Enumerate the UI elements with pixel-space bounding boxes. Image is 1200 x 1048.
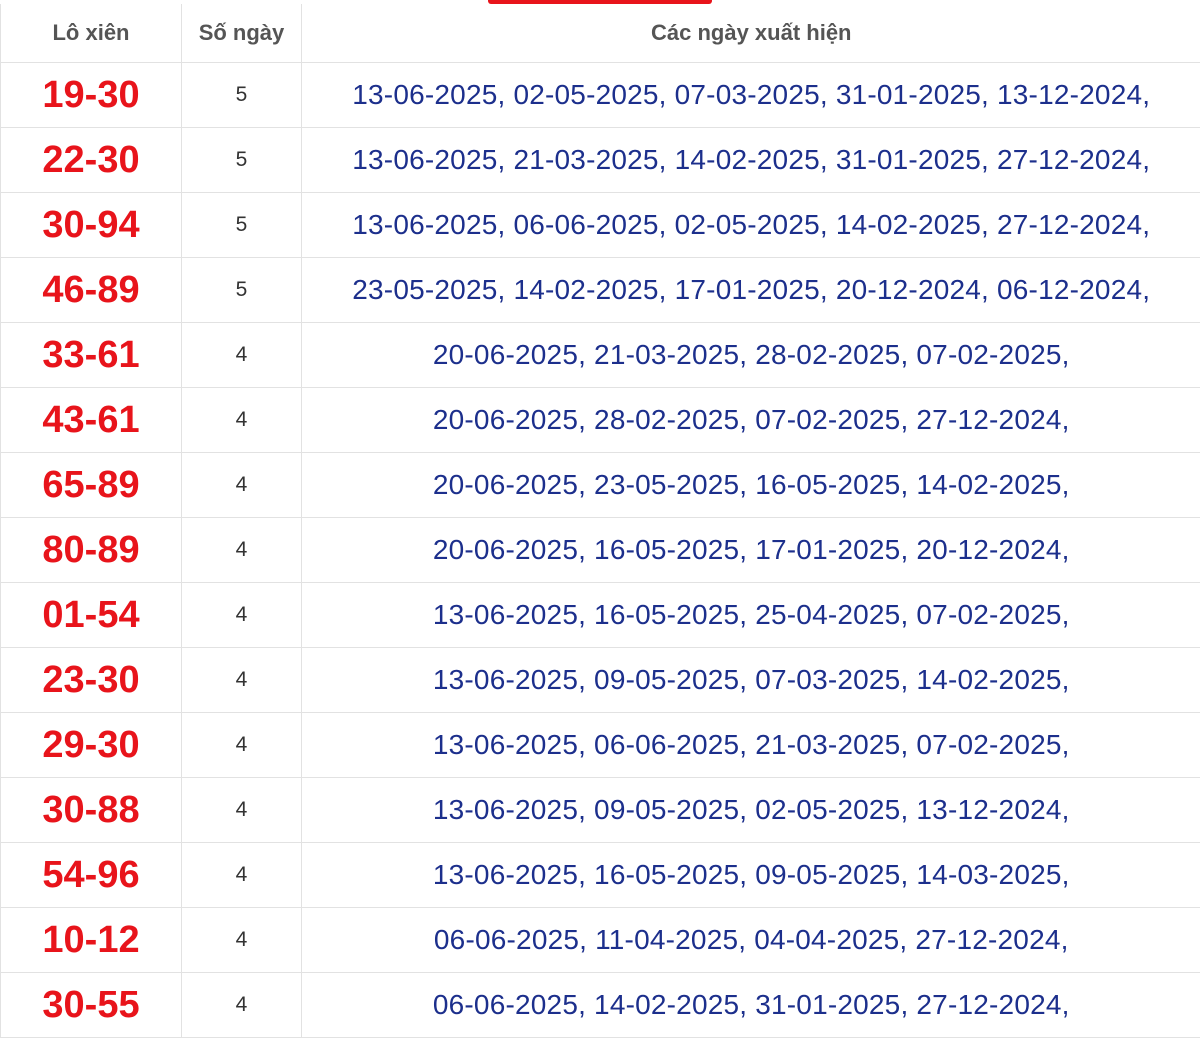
dates-cell: 13-06-2025, 06-06-2025, 21-03-2025, 07-0… (301, 712, 1200, 778)
pair-cell[interactable]: 43-61 (0, 387, 182, 453)
table-row: 30-55 4 06-06-2025, 14-02-2025, 31-01-20… (0, 972, 1200, 1038)
table-row: 80-89 4 20-06-2025, 16-05-2025, 17-01-20… (0, 517, 1200, 583)
table-row: 10-12 4 06-06-2025, 11-04-2025, 04-04-20… (0, 907, 1200, 973)
table-row: 46-89 5 23-05-2025, 14-02-2025, 17-01-20… (0, 257, 1200, 323)
table-row: 54-96 4 13-06-2025, 16-05-2025, 09-05-20… (0, 842, 1200, 908)
count-cell: 4 (181, 842, 302, 908)
header-dates: Các ngày xuất hiện (301, 4, 1200, 63)
pair-cell[interactable]: 10-12 (0, 907, 182, 973)
dates-cell: 13-06-2025, 06-06-2025, 02-05-2025, 14-0… (301, 192, 1200, 258)
table-row: 29-30 4 13-06-2025, 06-06-2025, 21-03-20… (0, 712, 1200, 778)
count-cell: 5 (181, 257, 302, 323)
dates-cell: 23-05-2025, 14-02-2025, 17-01-2025, 20-1… (301, 257, 1200, 323)
table-row: 22-30 5 13-06-2025, 21-03-2025, 14-02-20… (0, 127, 1200, 193)
table-row: 19-30 5 13-06-2025, 02-05-2025, 07-03-20… (0, 62, 1200, 128)
dates-cell: 13-06-2025, 09-05-2025, 02-05-2025, 13-1… (301, 777, 1200, 843)
pair-cell[interactable]: 46-89 (0, 257, 182, 323)
table-header: Lô xiên Số ngày Các ngày xuất hiện (0, 4, 1200, 63)
table-row: 23-30 4 13-06-2025, 09-05-2025, 07-03-20… (0, 647, 1200, 713)
pair-cell[interactable]: 30-94 (0, 192, 182, 258)
dates-cell: 20-06-2025, 21-03-2025, 28-02-2025, 07-0… (301, 322, 1200, 388)
pair-cell[interactable]: 65-89 (0, 452, 182, 518)
header-count: Số ngày (181, 4, 302, 63)
count-cell: 5 (181, 62, 302, 128)
pair-cell[interactable]: 30-88 (0, 777, 182, 843)
count-cell: 4 (181, 517, 302, 583)
dates-cell: 13-06-2025, 09-05-2025, 07-03-2025, 14-0… (301, 647, 1200, 713)
count-cell: 4 (181, 712, 302, 778)
count-cell: 5 (181, 127, 302, 193)
dates-cell: 20-06-2025, 28-02-2025, 07-02-2025, 27-1… (301, 387, 1200, 453)
table-row: 65-89 4 20-06-2025, 23-05-2025, 16-05-20… (0, 452, 1200, 518)
pair-cell[interactable]: 54-96 (0, 842, 182, 908)
count-cell: 4 (181, 582, 302, 648)
pair-cell[interactable]: 80-89 (0, 517, 182, 583)
count-cell: 4 (181, 452, 302, 518)
dates-cell: 20-06-2025, 23-05-2025, 16-05-2025, 14-0… (301, 452, 1200, 518)
dates-cell: 13-06-2025, 16-05-2025, 25-04-2025, 07-0… (301, 582, 1200, 648)
count-cell: 4 (181, 907, 302, 973)
pair-cell[interactable]: 29-30 (0, 712, 182, 778)
pair-cell[interactable]: 30-55 (0, 972, 182, 1038)
pair-cell[interactable]: 19-30 (0, 62, 182, 128)
table-row: 30-88 4 13-06-2025, 09-05-2025, 02-05-20… (0, 777, 1200, 843)
pair-cell[interactable]: 33-61 (0, 322, 182, 388)
pair-cell[interactable]: 01-54 (0, 582, 182, 648)
dates-cell: 20-06-2025, 16-05-2025, 17-01-2025, 20-1… (301, 517, 1200, 583)
pair-cell[interactable]: 22-30 (0, 127, 182, 193)
count-cell: 4 (181, 972, 302, 1038)
table-row: 01-54 4 13-06-2025, 16-05-2025, 25-04-20… (0, 582, 1200, 648)
table-row: 33-61 4 20-06-2025, 21-03-2025, 28-02-20… (0, 322, 1200, 388)
dates-cell: 13-06-2025, 02-05-2025, 07-03-2025, 31-0… (301, 62, 1200, 128)
table-row: 30-94 5 13-06-2025, 06-06-2025, 02-05-20… (0, 192, 1200, 258)
count-cell: 4 (181, 387, 302, 453)
dates-cell: 13-06-2025, 16-05-2025, 09-05-2025, 14-0… (301, 842, 1200, 908)
count-cell: 4 (181, 777, 302, 843)
count-cell: 5 (181, 192, 302, 258)
header-pair: Lô xiên (0, 4, 182, 63)
dates-cell: 06-06-2025, 11-04-2025, 04-04-2025, 27-1… (301, 907, 1200, 973)
table-row: 43-61 4 20-06-2025, 28-02-2025, 07-02-20… (0, 387, 1200, 453)
dates-cell: 13-06-2025, 21-03-2025, 14-02-2025, 31-0… (301, 127, 1200, 193)
lo-xien-table: Lô xiên Số ngày Các ngày xuất hiện 19-30… (0, 4, 1200, 1038)
pair-cell[interactable]: 23-30 (0, 647, 182, 713)
count-cell: 4 (181, 322, 302, 388)
header-row: Lô xiên Số ngày Các ngày xuất hiện (0, 4, 1200, 63)
count-cell: 4 (181, 647, 302, 713)
table-body: 19-30 5 13-06-2025, 02-05-2025, 07-03-20… (0, 62, 1200, 1038)
dates-cell: 06-06-2025, 14-02-2025, 31-01-2025, 27-1… (301, 972, 1200, 1038)
